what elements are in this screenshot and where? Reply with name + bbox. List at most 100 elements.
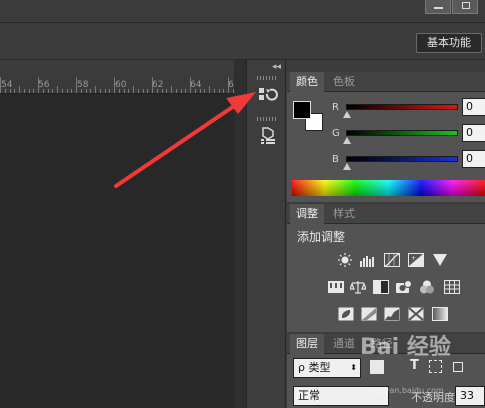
channel-mixer-icon[interactable] <box>419 280 435 294</box>
watermark-url: jingyan.baidu.com <box>370 386 444 395</box>
ruler-tick-mark <box>80 89 82 93</box>
ruler-tick-mark <box>109 89 111 93</box>
ruler-tick-mark <box>156 89 158 93</box>
brightness-icon[interactable] <box>337 253 353 267</box>
foreground-color-swatch[interactable] <box>293 101 311 119</box>
ruler-tick-mark <box>66 89 68 93</box>
tab-swatches[interactable]: 色板 <box>327 72 361 92</box>
tab-layers[interactable]: 图层 <box>290 334 324 354</box>
ruler-tick-mark <box>142 89 144 93</box>
color-balance-icon[interactable] <box>350 280 366 294</box>
ruler-tick-mark <box>161 89 163 93</box>
ruler-tick-mark <box>85 89 87 93</box>
svg-text:+: + <box>411 255 416 262</box>
ruler-tick-mark <box>38 77 39 93</box>
red-channel-label: R <box>332 102 339 113</box>
adjustments-panel-tabs: 调整 样式 <box>287 204 485 224</box>
add-adjustment-heading: 添加调整 <box>297 230 346 244</box>
ruler-tick-mark <box>209 86 210 93</box>
pixel-filter-icon[interactable] <box>370 360 384 374</box>
properties-panel-icon[interactable] <box>258 126 278 146</box>
tab-color[interactable]: 颜色 <box>290 72 324 92</box>
ruler-tick-mark <box>137 89 139 93</box>
ruler-tick-mark <box>99 89 101 93</box>
hue-saturation-icon[interactable] <box>328 280 344 294</box>
green-slider-thumb[interactable] <box>343 137 351 144</box>
title-bar <box>0 0 485 22</box>
ruler-tick-mark <box>194 89 196 93</box>
ruler-tick-mark <box>47 89 49 93</box>
blend-mode-label: 正常 <box>298 389 320 402</box>
ruler-tick-mark <box>180 89 182 93</box>
red-slider-thumb[interactable] <box>343 111 351 118</box>
layer-filter-label: ρ 类型 <box>298 361 331 374</box>
black-white-icon[interactable] <box>373 280 389 294</box>
ruler-tick-mark <box>104 89 106 93</box>
threshold-icon[interactable] <box>384 307 400 321</box>
blue-slider-thumb[interactable] <box>343 163 351 170</box>
ruler-tick-mark <box>228 77 229 93</box>
ruler-tick-mark <box>218 89 220 93</box>
ruler-tick-mark <box>147 89 149 93</box>
color-spectrum-ramp[interactable] <box>292 180 485 196</box>
ruler-tick-mark <box>152 77 153 93</box>
posterize-icon[interactable] <box>361 307 377 321</box>
ruler-tick-mark <box>133 86 134 93</box>
gradient-map-icon[interactable] <box>432 307 448 321</box>
ruler-tick-mark <box>185 89 187 93</box>
history-panel-icon[interactable] <box>258 86 278 106</box>
canvas[interactable] <box>0 60 246 408</box>
ruler-tick-mark <box>190 77 191 93</box>
smart-object-filter-icon[interactable] <box>453 362 463 372</box>
blue-slider[interactable] <box>346 156 458 162</box>
shape-filter-icon[interactable] <box>429 360 442 373</box>
canvas-scrollbar[interactable] <box>234 60 246 408</box>
ruler-tick-mark <box>76 77 77 93</box>
layer-filter-select[interactable]: ρ 类型 ⬍ <box>293 358 361 378</box>
restore-button[interactable] <box>452 0 478 14</box>
red-slider[interactable] <box>346 104 458 110</box>
dock-grip[interactable] <box>257 76 277 80</box>
green-slider[interactable] <box>346 130 458 136</box>
opacity-input[interactable]: 33 <box>455 386 485 406</box>
color-panel-tabs: 颜色 色板 <box>287 72 485 92</box>
workspace-switcher[interactable]: 基本功能 <box>416 33 482 53</box>
color-lookup-icon[interactable] <box>444 280 460 294</box>
levels-icon[interactable] <box>360 253 376 267</box>
minimize-button[interactable] <box>425 0 451 14</box>
tab-channels[interactable]: 通道 <box>327 334 361 354</box>
ruler-tick-mark <box>90 89 92 93</box>
tab-styles[interactable]: 样式 <box>327 204 361 224</box>
selective-color-icon[interactable] <box>408 307 424 321</box>
ruler-tick-mark <box>199 89 201 93</box>
curves-icon[interactable] <box>384 253 400 267</box>
ruler-tick-mark <box>71 89 73 93</box>
photo-filter-icon[interactable] <box>396 280 412 294</box>
ruler-tick-mark <box>95 86 96 93</box>
ruler-tick-mark <box>52 89 54 93</box>
collapse-arrows-icon[interactable]: ◂◂ <box>272 62 281 72</box>
exposure-icon[interactable]: + <box>408 253 424 267</box>
blue-value-input[interactable]: 0 <box>462 150 485 168</box>
invert-icon[interactable] <box>338 307 354 321</box>
ruler-tick-mark <box>33 89 35 93</box>
red-value-input[interactable]: 0 <box>462 98 485 116</box>
ruler-tick-label: 58 <box>77 80 89 90</box>
ruler-tick-mark <box>213 89 215 93</box>
dock-grip[interactable] <box>257 117 277 121</box>
ruler-tick-mark <box>0 77 1 93</box>
document-tab-bar <box>0 60 234 78</box>
ruler-tick-mark <box>128 89 130 93</box>
blue-channel-label: B <box>332 154 339 165</box>
ruler-tick-mark <box>42 89 44 93</box>
ruler-tick-mark <box>118 89 120 93</box>
ruler-tick-mark <box>9 89 11 93</box>
vibrance-icon[interactable] <box>432 253 448 267</box>
green-value-input[interactable]: 0 <box>462 124 485 142</box>
ruler-tick-mark <box>61 89 63 93</box>
ruler-tick-mark <box>171 86 172 93</box>
horizontal-ruler: 54 56 58 60 62 64 6 <box>0 77 234 94</box>
ruler-tick-label: 60 <box>115 80 127 90</box>
ruler-tick-label: 54 <box>1 80 13 90</box>
tab-adjustments[interactable]: 调整 <box>290 204 324 224</box>
